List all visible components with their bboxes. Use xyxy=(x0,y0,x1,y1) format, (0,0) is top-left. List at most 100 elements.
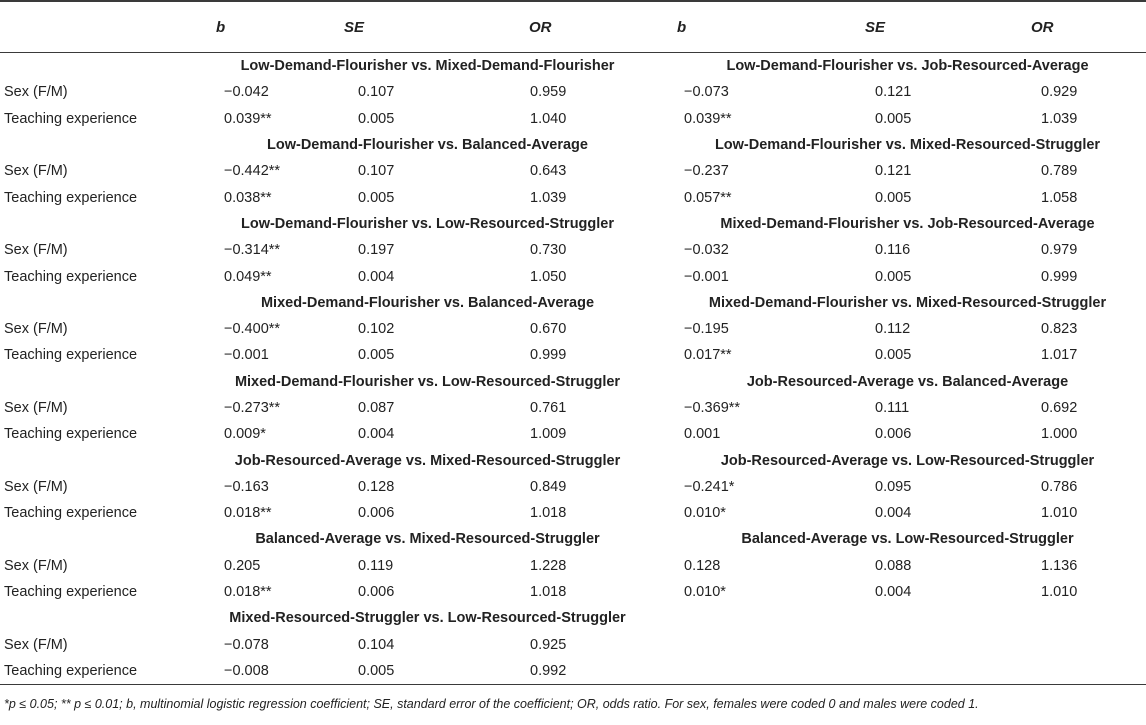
cell-b-left: 0.009* xyxy=(224,426,266,443)
cell-se-left: 0.107 xyxy=(358,163,395,180)
cell-b-right: −0.237 xyxy=(684,163,729,180)
comparison-title-right: Mixed-Demand-Flourisher vs. Mixed-Resour… xyxy=(708,294,1107,311)
comparison-row: Mixed-Demand-Flourisher vs. Low-Resource… xyxy=(0,369,1146,395)
table-body: Low-Demand-Flourisher vs. Mixed-Demand-F… xyxy=(0,53,1146,686)
cell-or-left: 1.018 xyxy=(530,505,567,522)
comparison-title-left: Mixed-Demand-Flourisher vs. Balanced-Ave… xyxy=(260,294,595,311)
comparison-row: Balanced-Average vs. Mixed-Resourced-Str… xyxy=(0,526,1146,552)
cell-or-left: 1.039 xyxy=(530,189,567,206)
cell-b-right: 0.010* xyxy=(684,505,726,522)
comparison-title-left: Low-Demand-Flourisher vs. Low-Resourced-… xyxy=(240,215,614,232)
header-b-right: b xyxy=(669,0,817,53)
table-row: Teaching experience 0.049** 0.004 1.050 −0.0… xyxy=(0,263,1146,289)
cell-or-right: 0.692 xyxy=(1041,400,1078,416)
cell-or-left: 1.040 xyxy=(530,110,567,127)
cell-se-left: 0.102 xyxy=(358,321,395,338)
row-label: Teaching experience xyxy=(4,268,138,285)
table-footnote: *p ≤ 0.05; ** p ≤ 0.01; b, multinomial l… xyxy=(4,697,979,711)
comparison-row: Job-Resourced-Average vs. Mixed-Resource… xyxy=(0,447,1146,473)
cell-b-left: −0.008 xyxy=(186,657,332,686)
cell-or-left: 1.009 xyxy=(530,426,567,443)
cell-or-right: 1.136 xyxy=(1041,557,1078,574)
cell-or-left: 0.670 xyxy=(530,321,567,338)
cell-se-right: 0.005 xyxy=(875,347,912,364)
cell-or-right: 1.058 xyxy=(1041,189,1078,206)
cell-se-left: 0.004 xyxy=(358,268,395,285)
cell-or-left: 1.050 xyxy=(530,268,567,285)
comparison-blank xyxy=(0,290,186,316)
cell-b-right: −0.001 xyxy=(684,268,729,285)
cell-or-left: 0.730 xyxy=(530,242,567,259)
cell-or-right: 1.010 xyxy=(1041,584,1078,601)
row-label: Teaching experience xyxy=(4,505,138,522)
cell-b-right: 0.128 xyxy=(684,557,721,574)
comparison-row: Low-Demand-Flourisher vs. Balanced-Avera… xyxy=(0,132,1146,158)
comparison-blank xyxy=(0,369,186,395)
row-label: Teaching experience xyxy=(4,110,138,127)
cell-b-right: −0.241* xyxy=(684,478,735,495)
cell-or-right: 0.786 xyxy=(1041,478,1078,495)
cell-b-left: −0.001 xyxy=(224,347,269,364)
cell-or-right: 0.929 xyxy=(1041,84,1078,101)
cell-b-left: −0.042 xyxy=(224,84,269,101)
cell-b-right: 0.017** xyxy=(684,347,732,364)
row-label: Sex (F/M) xyxy=(4,557,68,574)
comparison-row: Low-Demand-Flourisher vs. Mixed-Demand-F… xyxy=(0,53,1146,80)
cell-or-right: 1.017 xyxy=(1041,347,1078,364)
table-row: Sex (F/M) −0.078 0.104 0.925 xyxy=(0,632,1146,658)
row-label: Teaching experience xyxy=(4,189,138,206)
cell-empty xyxy=(817,632,995,658)
cell-b-right: 0.039** xyxy=(684,110,732,127)
cell-b-right: −0.369** xyxy=(684,400,741,416)
header-b-left: b xyxy=(186,0,332,53)
cell-b-left: 0.039** xyxy=(224,110,272,127)
comparison-title-left: Job-Resourced-Average vs. Mixed-Resource… xyxy=(234,452,621,469)
cell-or-left: 0.849 xyxy=(530,478,567,495)
header-or-right: OR xyxy=(995,0,1146,53)
table-row: Sex (F/M) 0.205 0.119 1.228 0.128 0.088 1.136 xyxy=(0,553,1146,579)
comparison-title-right: Low-Demand-Flourisher vs. Mixed-Resource… xyxy=(714,137,1101,154)
cell-b-left: 0.049** xyxy=(224,268,272,285)
comparison-blank xyxy=(0,132,186,158)
cell-or-right: 1.000 xyxy=(1041,426,1078,443)
cell-se-left: 0.005 xyxy=(358,347,395,364)
cell-se-right: 0.121 xyxy=(875,163,912,180)
cell-b-left: 0.018** xyxy=(224,584,272,601)
cell-se-left: 0.006 xyxy=(358,505,395,522)
cell-empty xyxy=(669,632,817,658)
cell-empty xyxy=(995,632,1146,658)
comparison-row: Low-Demand-Flourisher vs. Low-Resourced-… xyxy=(0,211,1146,237)
table-row: Sex (F/M) −0.442** 0.107 0.643 −0.237 0.121 0.… xyxy=(0,158,1146,184)
cell-or-left: 0.992 xyxy=(529,657,669,686)
cell-or-right: 0.823 xyxy=(1041,321,1078,338)
cell-b-left: −0.163 xyxy=(224,478,269,495)
cell-empty xyxy=(995,657,1146,686)
cell-b-left: 0.205 xyxy=(224,557,261,574)
cell-b-right: 0.057** xyxy=(684,189,732,206)
cell-b-left: 0.038** xyxy=(224,189,272,206)
cell-or-right: 1.039 xyxy=(1041,110,1078,127)
cell-se-left: 0.005 xyxy=(332,657,529,686)
cell-se-right: 0.005 xyxy=(875,189,912,206)
cell-se-left: 0.197 xyxy=(358,242,395,259)
cell-se-left: 0.104 xyxy=(358,636,395,653)
cell-or-right: 1.010 xyxy=(1041,505,1078,522)
table-header: b SE OR b SE OR xyxy=(0,0,1146,53)
cell-b-left: −0.400** xyxy=(224,321,281,338)
table-row: Sex (F/M) −0.273** 0.087 0.761 −0.369** 0.111… xyxy=(0,395,1146,421)
cell-se-right: 0.095 xyxy=(875,478,912,495)
regression-table-container: b SE OR b SE OR Low-Demand-Flourisher vs… xyxy=(0,0,1146,711)
cell-or-left: 1.018 xyxy=(530,584,567,601)
cell-or-right: 0.979 xyxy=(1041,242,1078,259)
cell-or-left: 0.959 xyxy=(530,84,567,101)
comparison-row: Mixed-Demand-Flourisher vs. Balanced-Ave… xyxy=(0,290,1146,316)
header-blank xyxy=(0,0,186,53)
cell-se-right: 0.005 xyxy=(875,268,912,285)
cell-b-left: −0.314** xyxy=(224,242,281,259)
row-label: Teaching experience xyxy=(4,347,138,364)
comparison-title-left: Balanced-Average vs. Mixed-Resourced-Str… xyxy=(255,531,600,548)
table-row: Sex (F/M) −0.400** 0.102 0.670 −0.195 0.112 0.… xyxy=(0,316,1146,342)
cell-se-right: 0.004 xyxy=(875,584,912,601)
comparison-title-left: Low-Demand-Flourisher vs. Mixed-Demand-F… xyxy=(240,58,615,75)
cell-se-right: 0.112 xyxy=(875,321,911,338)
